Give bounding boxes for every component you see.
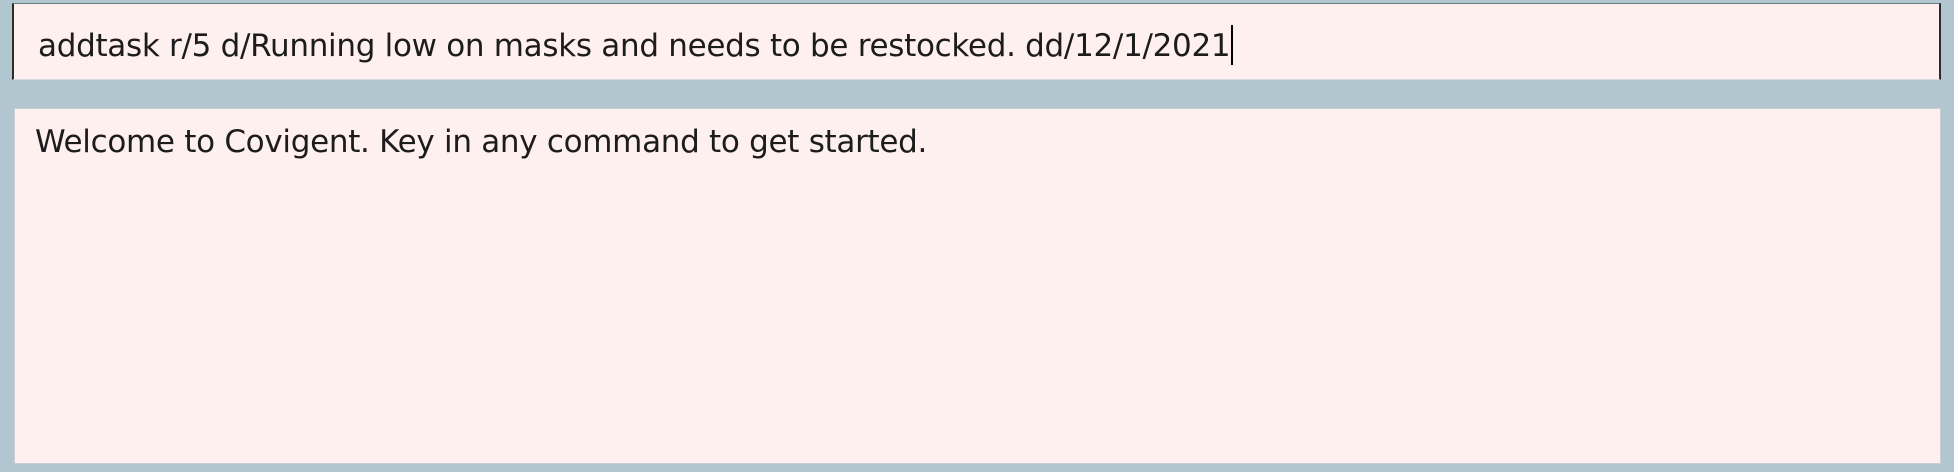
result-display: Welcome to Covigent. Key in any command … — [14, 108, 1941, 464]
text-caret — [1231, 24, 1234, 65]
command-input-text: addtask r/5 d/Running low on masks and n… — [38, 28, 1231, 64]
command-box[interactable]: addtask r/5 d/Running low on masks and n… — [12, 3, 1941, 80]
result-message: Welcome to Covigent. Key in any command … — [35, 124, 928, 160]
command-input[interactable]: addtask r/5 d/Running low on masks and n… — [38, 4, 1234, 81]
